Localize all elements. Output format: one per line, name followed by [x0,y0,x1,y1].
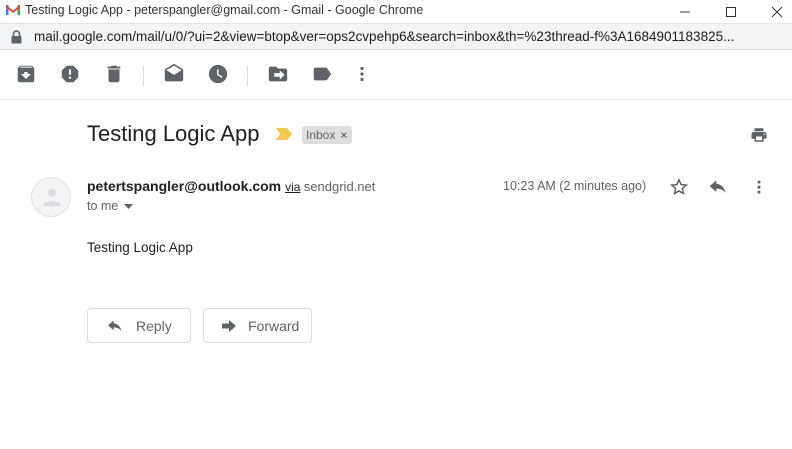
reply-icon[interactable] [708,178,728,196]
sender-email[interactable]: petertspangler@outlook.com [87,178,281,194]
labels-button[interactable] [311,63,333,85]
delete-button[interactable] [103,63,125,85]
window-title-bar: Testing Logic App - peterspangler@gmail.… [0,0,792,24]
maximize-button[interactable] [708,0,754,24]
email-subject: Testing Logic App [87,121,260,146]
labels-icon [313,67,332,81]
minimize-button[interactable] [662,0,708,24]
more-vert-icon [360,66,364,82]
url-text[interactable]: mail.google.com/mail/u/0/?ui=2&view=btop… [34,29,784,44]
minimize-icon [680,11,690,13]
more-vert-icon[interactable] [749,178,769,198]
forward-button[interactable]: Forward [203,308,312,343]
forward-icon [222,319,236,332]
print-icon[interactable] [750,126,768,144]
move-to-button[interactable] [267,63,289,85]
close-window-button[interactable] [754,0,792,24]
inbox-label-chip[interactable]: Inbox × [302,126,353,144]
via-domain: sendgrid.net [303,179,376,194]
report-spam-button[interactable] [59,63,81,85]
remove-label-icon[interactable]: × [340,128,347,142]
chevron-down-icon [124,203,134,209]
toolbar-divider [247,66,248,86]
close-icon [771,6,783,18]
address-bar[interactable]: mail.google.com/mail/u/0/?ui=2&view=btop… [0,24,792,50]
sender-line: petertspangler@outlook.com via sendgrid.n… [87,178,375,194]
gmail-logo-icon [6,5,20,15]
reply-button-label: Reply [136,317,172,334]
avatar[interactable] [31,177,71,217]
default-avatar-icon [43,189,61,206]
snooze-button[interactable] [207,63,229,85]
maximize-icon [726,7,736,17]
delete-icon [107,65,121,83]
window-title: Testing Logic App - peterspangler@gmail.… [25,3,424,17]
message-toolbar [0,50,792,100]
importance-marker-icon[interactable] [276,128,292,140]
lock-icon [11,30,22,44]
message-timestamp: 10:23 AM (2 minutes ago) [503,179,647,193]
snooze-icon [208,64,228,84]
reply-icon [108,319,122,331]
star-icon[interactable] [669,177,689,197]
toolbar-divider [143,66,144,86]
label-text: Inbox [306,128,336,142]
report-spam-icon [61,65,79,83]
reply-button[interactable]: Reply [87,308,191,343]
forward-button-label: Forward [248,317,300,334]
archive-button[interactable] [15,63,37,85]
move-to-icon [268,66,288,82]
via-link[interactable]: via [285,180,300,194]
mark-unread-icon [164,63,184,82]
via-info: via sendgrid.net [285,179,376,194]
more-options-button[interactable] [351,63,373,85]
recipient-text: to me [87,199,119,213]
mark-unread-button[interactable] [163,63,185,85]
recipient-details-toggle[interactable]: to me [87,199,134,213]
archive-icon [17,65,35,83]
message-body: Testing Logic App [87,240,193,255]
